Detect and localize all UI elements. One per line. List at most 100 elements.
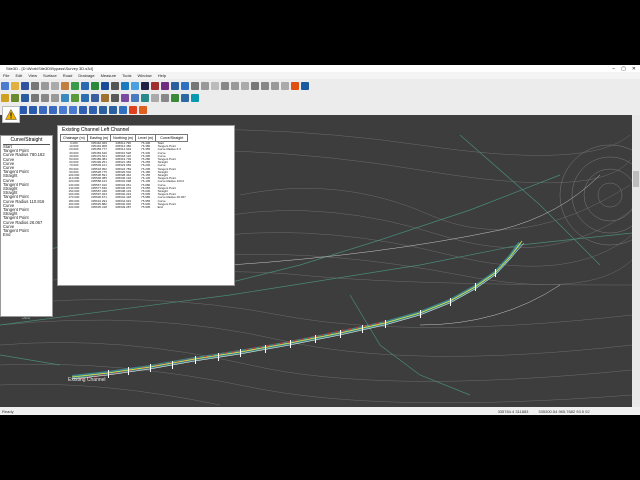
drawing-toolbar	[0, 92, 640, 104]
draw-curve-icon[interactable]	[49, 105, 57, 114]
channel-table-panel: Existing Channel Left Channel Chainage (…	[57, 125, 235, 286]
main-toolbar	[0, 79, 640, 92]
render-icon[interactable]	[151, 81, 159, 90]
view3d-icon[interactable]	[141, 81, 149, 90]
kerb-icon[interactable]	[111, 94, 119, 102]
title-bar: Site3D - [D:\Work\Site3D\Bypass\Survey 3…	[0, 65, 640, 72]
scissors-icon[interactable]	[129, 105, 137, 114]
window-controls: – ▢ ✕	[612, 66, 636, 72]
alignment-icon[interactable]	[181, 94, 189, 102]
line-icon[interactable]	[191, 81, 199, 90]
menu-road[interactable]: Road	[63, 73, 73, 78]
snap-icon[interactable]	[119, 105, 127, 114]
menu-bar: File Edit View Surface Road Drainage Mea…	[0, 72, 640, 79]
help-icon[interactable]	[301, 81, 309, 90]
section-icon[interactable]	[161, 81, 169, 90]
draw-spline-icon[interactable]	[39, 105, 47, 114]
chart-icon[interactable]	[121, 94, 129, 102]
channel-icon[interactable]	[191, 94, 199, 102]
minimize-icon[interactable]: –	[612, 66, 615, 72]
green-icon[interactable]	[171, 94, 179, 102]
drain-icon[interactable]	[131, 81, 139, 90]
text-icon[interactable]	[271, 81, 279, 90]
rotate-icon[interactable]	[261, 81, 269, 90]
menu-help[interactable]: Help	[158, 73, 166, 78]
pan-icon[interactable]	[231, 81, 239, 90]
table-title: Existing Channel Left Channel	[62, 127, 130, 133]
terrain-icon[interactable]	[11, 94, 19, 102]
grid-icon[interactable]	[111, 81, 119, 90]
extend-icon[interactable]	[79, 105, 87, 114]
table-row: 200.000 335635.418 345649.287 75.905 End	[61, 205, 188, 210]
edit-toolbar	[0, 104, 640, 115]
vertical-scrollbar[interactable]	[632, 115, 640, 407]
water-icon[interactable]	[61, 94, 69, 102]
maximize-icon[interactable]: ▢	[621, 66, 626, 72]
channel-label: Existing Channel	[68, 377, 106, 383]
import-icon[interactable]	[151, 94, 159, 102]
contour-icon[interactable]	[21, 94, 29, 102]
print-icon[interactable]	[31, 81, 39, 90]
status-bar: Ready 335784.4 311883 335300.54 965.7682…	[0, 407, 640, 415]
breakline-icon[interactable]	[51, 94, 59, 102]
table-cell: End	[157, 205, 163, 210]
table-body: 0.000 335440.029 345611.799 76.406 Start 10.0…	[61, 142, 188, 210]
fillet-icon[interactable]	[109, 105, 117, 114]
draw-line-icon[interactable]	[19, 105, 27, 114]
settings-icon[interactable]	[161, 94, 169, 102]
polyline-icon[interactable]	[201, 81, 209, 90]
delete-icon[interactable]	[139, 105, 147, 114]
zoom-icon[interactable]	[221, 81, 229, 90]
surface-tool-icon[interactable]	[1, 94, 9, 102]
menu-edit[interactable]: Edit	[15, 73, 22, 78]
curve-straight-panel: Curve/Straight Start Tangent Point Curve…	[0, 135, 53, 317]
break-icon[interactable]	[99, 105, 107, 114]
draw-arc-icon[interactable]	[29, 105, 37, 114]
menu-tools[interactable]: Tools	[122, 73, 131, 78]
scrollbar-thumb[interactable]	[633, 171, 639, 187]
globe-icon[interactable]	[81, 81, 89, 90]
point-icon[interactable]	[31, 94, 39, 102]
pipe-icon[interactable]	[81, 94, 89, 102]
menu-window[interactable]: Window	[137, 73, 151, 78]
menu-file[interactable]: File	[3, 73, 9, 78]
offset-icon[interactable]	[59, 105, 67, 114]
paste-icon[interactable]	[61, 81, 69, 90]
menu-surface[interactable]: Surface	[43, 73, 57, 78]
save-icon[interactable]	[21, 81, 29, 90]
plant-icon[interactable]	[71, 94, 79, 102]
building-icon[interactable]	[101, 94, 109, 102]
surface-icon[interactable]	[71, 81, 79, 90]
dimension-icon[interactable]	[281, 81, 289, 90]
table-icon[interactable]	[131, 94, 139, 102]
table-cell: 345649.287	[115, 205, 132, 210]
export-icon[interactable]	[141, 94, 149, 102]
triangle-icon[interactable]	[41, 94, 49, 102]
trim-icon[interactable]	[69, 105, 77, 114]
status-position: 335300.54 965.7682 93.5 02	[538, 408, 590, 414]
window-title: Site3D - [D:\Work\Site3D\Bypass\Survey 3…	[6, 66, 93, 71]
manhole-icon[interactable]	[91, 94, 99, 102]
status-coordinates: 335784.4 311883	[497, 408, 529, 414]
volume-icon[interactable]	[181, 81, 189, 90]
menu-measure[interactable]: Measure	[101, 73, 117, 78]
open-icon[interactable]	[11, 81, 19, 90]
channel-table: Chainage (m) Easting (m) Northing (m) Le…	[60, 134, 189, 210]
cut-icon[interactable]	[41, 81, 49, 90]
close-icon[interactable]: ✕	[632, 66, 636, 72]
map-icon[interactable]	[91, 81, 99, 90]
measure-icon[interactable]	[241, 81, 249, 90]
arc-icon[interactable]	[211, 81, 219, 90]
menu-view[interactable]: View	[28, 73, 37, 78]
move-icon[interactable]	[251, 81, 259, 90]
new-icon[interactable]	[1, 81, 9, 90]
curve-panel-list: Start Tangent Point Curve Radius 780.182…	[1, 144, 52, 237]
warning-badge[interactable]	[2, 106, 20, 123]
join-icon[interactable]	[89, 105, 97, 114]
copy-icon[interactable]	[51, 81, 59, 90]
road-icon[interactable]	[121, 81, 129, 90]
long-section-icon[interactable]	[171, 81, 179, 90]
menu-drainage[interactable]: Drainage	[78, 73, 94, 78]
warning-icon[interactable]	[291, 81, 299, 90]
layer-icon[interactable]	[101, 81, 109, 90]
